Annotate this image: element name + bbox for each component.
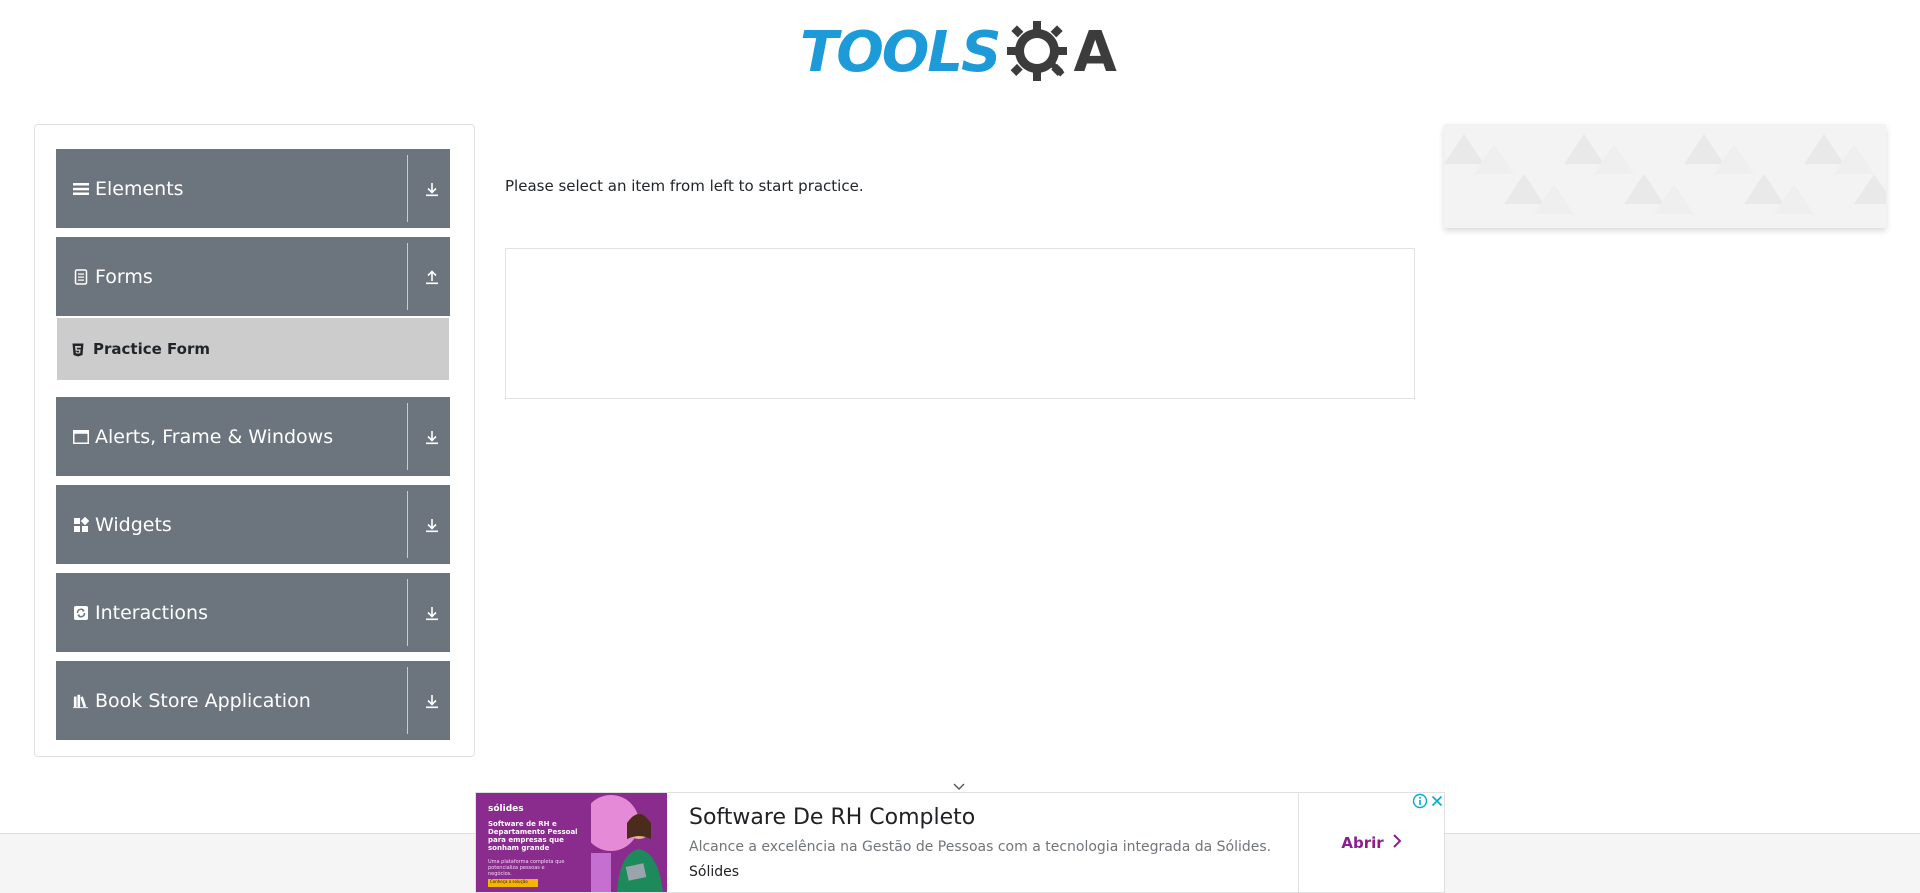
group-header-forms[interactable]: Forms	[56, 237, 450, 316]
page: TOOLS A Elements Forms Practice Form Ale…	[0, 0, 1920, 893]
chevron-right-icon	[1392, 833, 1402, 853]
group-label-book-store: Book Store Application	[95, 689, 311, 712]
gear-magnifier-icon	[1003, 17, 1075, 89]
right-banner	[1444, 124, 1886, 228]
form-icon	[73, 268, 89, 285]
group-label-elements: Elements	[95, 177, 184, 200]
window-icon	[73, 429, 89, 445]
ad-body[interactable]: Software De RH Completo Alcance a excelê…	[667, 793, 1298, 892]
toolsqa-logo[interactable]: TOOLS A	[800, 14, 1126, 92]
group-label-widgets: Widgets	[95, 513, 172, 536]
divider	[407, 667, 408, 734]
ad-description: Alcance a excelência na Gestão de Pessoa…	[689, 839, 1272, 855]
group-header-alerts-frame-windows[interactable]: Alerts, Frame & Windows	[56, 397, 450, 476]
divider	[407, 403, 408, 470]
group-header-book-store-application[interactable]: Book Store Application	[56, 661, 450, 740]
close-icon[interactable]	[1429, 793, 1445, 809]
left-sidebar: Elements Forms Practice Form Alerts, Fra…	[34, 124, 475, 757]
group-header-elements[interactable]: Elements	[56, 149, 450, 228]
sidebar-item-label: Practice Form	[93, 340, 210, 358]
books-icon	[73, 693, 89, 709]
interactions-icon	[73, 605, 89, 621]
download-icon[interactable]	[423, 180, 441, 198]
info-icon[interactable]	[1412, 793, 1428, 809]
instruction-text: Please select an item from left to start…	[505, 177, 864, 195]
chevron-down-icon[interactable]	[951, 778, 967, 790]
ad-banner[interactable]: sólides Software de RH e Departamento Pe…	[475, 792, 1445, 893]
list-icon	[73, 181, 89, 197]
group-label-interactions: Interactions	[95, 601, 208, 624]
ad-image-sub: Uma plataforma completa que potencializa…	[488, 859, 565, 877]
ad-cta-label: Abrir	[1341, 833, 1384, 852]
download-icon[interactable]	[423, 516, 441, 534]
content-placeholder-box	[505, 248, 1415, 399]
html5-icon	[72, 342, 84, 357]
group-label-forms: Forms	[95, 265, 153, 288]
ad-source: Sólides	[689, 864, 740, 880]
triangle-pattern	[1444, 134, 1886, 214]
download-icon[interactable]	[423, 604, 441, 622]
ad-image-tag: Conheça a solução	[488, 879, 538, 887]
logo-text-a: A	[1073, 20, 1117, 85]
divider	[407, 491, 408, 558]
ad-image-brand: sólides	[488, 804, 524, 814]
ad-image-headline: Software de RH e Departamento Pessoal pa…	[488, 820, 578, 852]
download-icon[interactable]	[423, 692, 441, 710]
divider	[407, 579, 408, 646]
upload-icon[interactable]	[423, 268, 441, 286]
divider	[407, 243, 408, 310]
widgets-icon	[73, 516, 89, 533]
sidebar-item-practice-form[interactable]: Practice Form	[57, 318, 449, 380]
download-icon[interactable]	[423, 428, 441, 446]
ad-person-illustration	[591, 795, 663, 892]
group-header-interactions[interactable]: Interactions	[56, 573, 450, 652]
group-label-alerts: Alerts, Frame & Windows	[95, 425, 334, 448]
group-header-widgets[interactable]: Widgets	[56, 485, 450, 564]
divider	[407, 155, 408, 222]
ad-title[interactable]: Software De RH Completo	[689, 805, 975, 830]
logo-text-tools: TOOLS	[800, 20, 1001, 85]
ad-image: sólides Software de RH e Departamento Pe…	[476, 793, 667, 892]
